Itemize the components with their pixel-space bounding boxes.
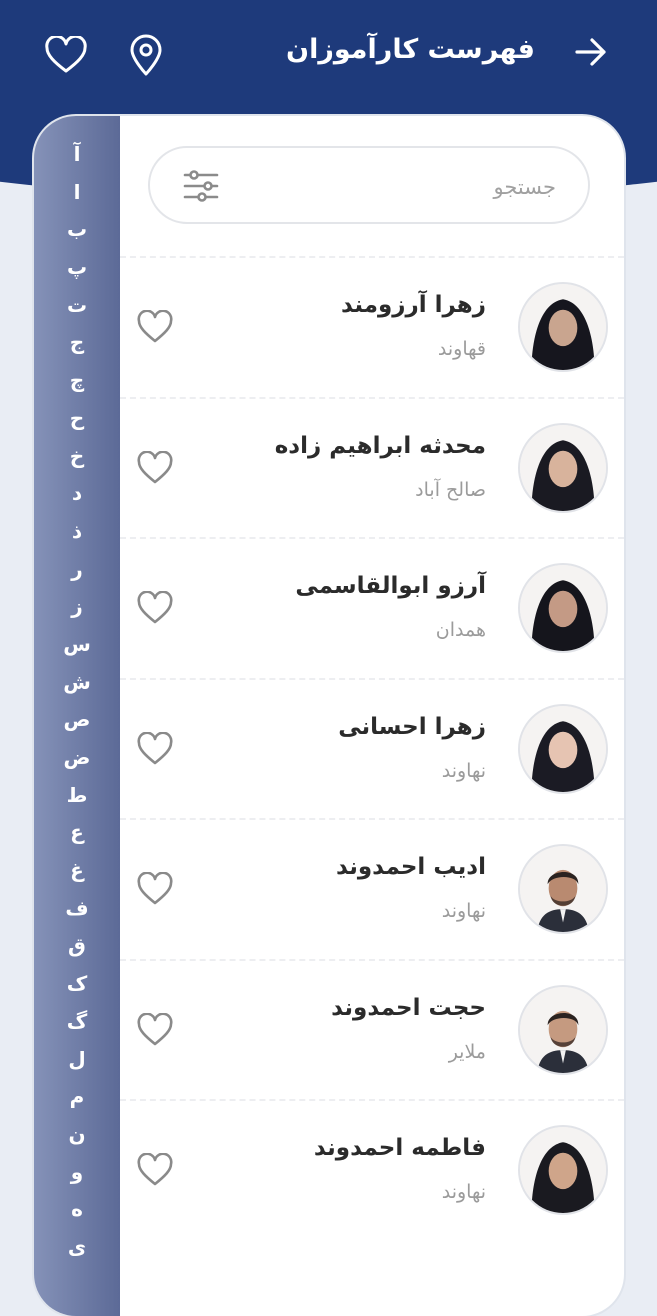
trainee-row[interactable]: ادیب احمدوند نهاوند bbox=[120, 818, 624, 959]
trainee-row[interactable]: زهرا احسانی نهاوند bbox=[120, 677, 624, 819]
search-input[interactable] bbox=[254, 166, 558, 208]
alphabet-letter[interactable]: ه bbox=[34, 1191, 120, 1229]
trainee-list-card: آابپتجچحخدذرزسشصضطعغفقکگلمنوهی زهرا آرزو… bbox=[34, 116, 624, 1316]
alphabet-letter[interactable]: س bbox=[34, 626, 120, 664]
alphabet-letter[interactable]: ب bbox=[34, 211, 120, 249]
trainee-avatar bbox=[518, 422, 608, 513]
trainee-row[interactable]: حجت احمدوند ملایر bbox=[120, 958, 624, 1100]
alphabet-letter[interactable]: ی bbox=[34, 1229, 120, 1267]
trainee-avatar bbox=[518, 282, 608, 372]
alphabet-letter[interactable]: ش bbox=[34, 664, 120, 702]
trainee-avatar bbox=[518, 844, 608, 934]
alphabet-letter[interactable]: ع bbox=[34, 814, 120, 852]
favorite-heart-icon[interactable] bbox=[136, 1152, 174, 1187]
alphabet-letter[interactable]: چ bbox=[34, 362, 120, 400]
alphabet-letter[interactable]: د bbox=[34, 475, 120, 513]
alphabet-letter[interactable]: ض bbox=[34, 739, 120, 777]
map-pin-icon[interactable] bbox=[128, 34, 164, 76]
trainee-list: زهرا آرزومند قهاوند محدثه ابراهیم زاده صالح… bbox=[120, 256, 624, 1240]
trainee-city: صالح آباد bbox=[415, 478, 486, 501]
alphabet-letter[interactable]: گ bbox=[34, 1003, 120, 1041]
alphabet-letter[interactable]: خ bbox=[34, 438, 120, 476]
favorite-heart-icon[interactable] bbox=[136, 309, 174, 344]
alphabet-letter[interactable]: ت bbox=[34, 287, 120, 325]
alphabet-letter[interactable]: ج bbox=[34, 324, 120, 362]
alphabet-letter[interactable]: ح bbox=[34, 400, 120, 438]
trainee-city: نهاوند bbox=[441, 759, 486, 782]
alphabet-letter[interactable]: غ bbox=[34, 852, 120, 890]
alphabet-index-list: آابپتجچحخدذرزسشصضطعغفقکگلمنوهی bbox=[34, 116, 120, 1267]
alphabet-index-bar[interactable]: آابپتجچحخدذرزسشصضطعغفقکگلمنوهی bbox=[34, 116, 120, 1316]
trainee-name: فاطمه احمدوند bbox=[313, 1135, 486, 1161]
page-title: فهرست کارآموزان bbox=[286, 34, 535, 65]
trainee-name: ادیب احمدوند bbox=[335, 854, 486, 880]
trainee-avatar bbox=[518, 984, 608, 1075]
alphabet-letter[interactable]: ن bbox=[34, 1116, 120, 1154]
trainee-city: نهاوند bbox=[441, 900, 486, 922]
alphabet-letter[interactable]: و bbox=[34, 1154, 120, 1192]
alphabet-letter[interactable]: ق bbox=[34, 927, 120, 965]
favorite-heart-icon[interactable] bbox=[136, 449, 174, 485]
search-bar bbox=[148, 146, 590, 224]
favorite-heart-icon[interactable] bbox=[136, 590, 174, 625]
trainee-name: محدثه ابراهیم زاده bbox=[274, 432, 486, 459]
alphabet-letter[interactable]: ا bbox=[34, 174, 120, 212]
alphabet-letter[interactable]: ف bbox=[34, 890, 120, 928]
trainee-row[interactable]: محدثه ابراهیم زاده صالح آباد bbox=[120, 396, 624, 538]
trainee-row[interactable]: فاطمه احمدوند نهاوند bbox=[120, 1099, 624, 1240]
alphabet-letter[interactable]: ل bbox=[34, 1041, 120, 1079]
trainee-city: ملایر bbox=[448, 1040, 486, 1063]
alphabet-letter[interactable]: ذ bbox=[34, 513, 120, 551]
trainee-city: نهاوند bbox=[441, 1181, 486, 1203]
trainee-avatar bbox=[518, 1125, 608, 1215]
alphabet-letter[interactable]: م bbox=[34, 1078, 120, 1116]
alphabet-letter[interactable]: آ bbox=[34, 136, 120, 174]
alphabet-letter[interactable]: پ bbox=[34, 249, 120, 287]
trainee-row[interactable]: زهرا آرزومند قهاوند bbox=[120, 256, 624, 397]
favorite-heart-icon[interactable] bbox=[136, 1011, 174, 1047]
favorite-heart-icon[interactable] bbox=[136, 730, 174, 766]
favorites-heart-icon[interactable] bbox=[44, 34, 88, 74]
trainee-name: حجت احمدوند bbox=[331, 994, 486, 1021]
trainee-name: زهرا آرزومند bbox=[341, 292, 486, 318]
alphabet-letter[interactable]: ط bbox=[34, 777, 120, 815]
trainee-city: قهاوند bbox=[437, 338, 486, 360]
trainee-avatar bbox=[518, 563, 608, 653]
back-arrow-icon[interactable] bbox=[571, 32, 611, 72]
trainee-row[interactable]: آرزو ابوالقاسمی همدان bbox=[120, 537, 624, 678]
alphabet-letter[interactable]: ز bbox=[34, 588, 120, 626]
alphabet-letter[interactable]: ک bbox=[34, 965, 120, 1003]
alphabet-letter[interactable]: ص bbox=[34, 701, 120, 739]
trainee-name: آرزو ابوالقاسمی bbox=[295, 573, 486, 599]
trainee-city: همدان bbox=[435, 619, 486, 641]
trainee-avatar bbox=[518, 703, 608, 794]
trainee-name: زهرا احسانی bbox=[338, 713, 486, 740]
alphabet-letter[interactable]: ر bbox=[34, 551, 120, 589]
filter-sliders-icon[interactable] bbox=[182, 167, 220, 205]
favorite-heart-icon[interactable] bbox=[136, 871, 174, 906]
